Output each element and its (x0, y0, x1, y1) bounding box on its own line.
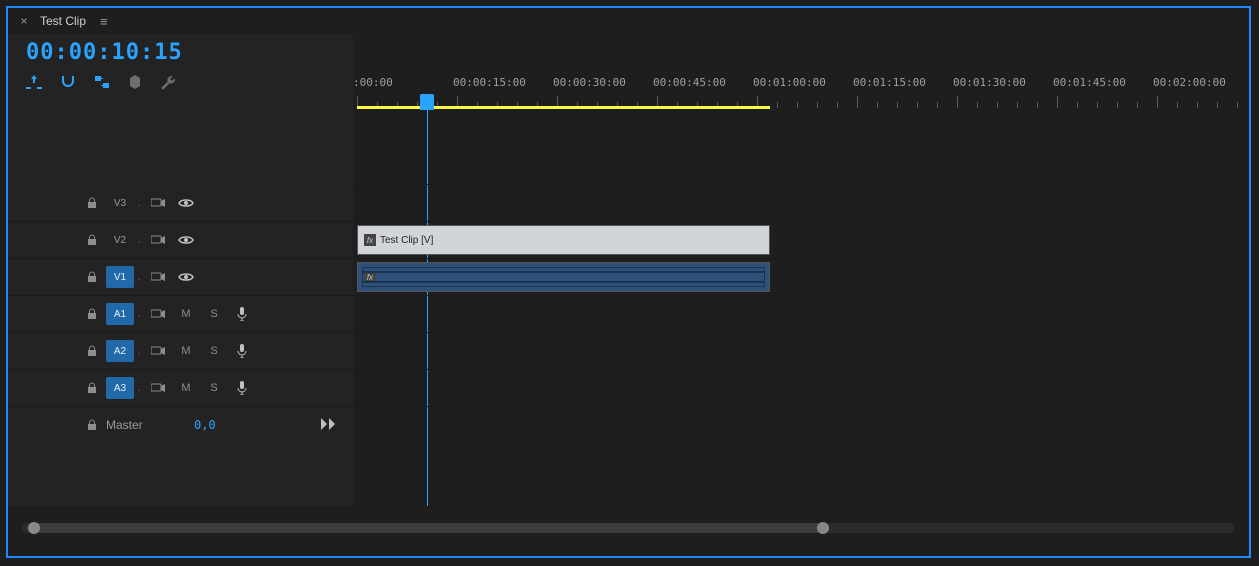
solo-button[interactable]: S (200, 345, 228, 357)
track-lane-master (353, 370, 1249, 407)
sequence-title[interactable]: Test Clip (40, 14, 86, 28)
toggle-track-output-icon[interactable] (172, 198, 200, 208)
panel-tabrow: × Test Clip ≡ (8, 8, 1249, 34)
linked-selection-icon[interactable] (94, 75, 110, 91)
clip-label: Test Clip [V] (380, 235, 433, 246)
insert-override-icon[interactable] (26, 75, 42, 91)
zoom-grip-right[interactable] (817, 522, 829, 534)
track-target-a3[interactable]: A3 (106, 377, 134, 399)
master-value[interactable]: 0,0 (194, 418, 216, 432)
sync-lock-icon[interactable] (144, 309, 172, 319)
close-panel-icon[interactable]: × (16, 14, 32, 28)
lock-icon[interactable] (78, 345, 106, 357)
solo-button[interactable]: S (200, 308, 228, 320)
settings-wrench-icon[interactable] (160, 75, 176, 91)
voiceover-mic-icon[interactable] (228, 381, 256, 395)
ruler-label: 00:00:15:00 (453, 76, 526, 89)
track-target-v3[interactable]: V3 (106, 192, 134, 214)
sync-lock-icon[interactable] (144, 383, 172, 393)
snap-icon[interactable] (60, 75, 76, 91)
mute-button[interactable]: M (172, 345, 200, 357)
toggle-track-output-icon[interactable] (172, 235, 200, 245)
track-target-a2[interactable]: A2 (106, 340, 134, 362)
lock-icon[interactable] (78, 197, 106, 209)
panel-menu-icon[interactable]: ≡ (100, 14, 108, 29)
ruler-label: :00:00 (353, 76, 393, 89)
fx-badge-icon[interactable]: fx (364, 234, 376, 246)
toggle-track-output-icon[interactable] (172, 272, 200, 282)
zoom-thumb[interactable] (34, 523, 822, 533)
track-target-v1[interactable]: V1 (106, 266, 134, 288)
track-lane-v1[interactable]: fx Test Clip [V] (353, 222, 1249, 259)
sync-lock-icon[interactable] (144, 198, 172, 208)
voiceover-mic-icon[interactable] (228, 344, 256, 358)
lock-icon[interactable] (78, 271, 106, 283)
sync-lock-icon[interactable] (144, 346, 172, 356)
track-header-a1: A1.MS (8, 296, 353, 333)
ruler-label: 00:01:30:00 (953, 76, 1026, 89)
video-clip[interactable]: fx Test Clip [V] (357, 225, 770, 255)
track-lane-a2[interactable] (353, 296, 1249, 333)
lock-icon[interactable] (78, 382, 106, 394)
lock-icon[interactable] (78, 419, 106, 431)
voiceover-mic-icon[interactable] (228, 307, 256, 321)
audio-clip[interactable]: fx (357, 262, 770, 292)
lock-icon[interactable] (78, 234, 106, 246)
ruler-label: 00:00:45:00 (653, 76, 726, 89)
track-header-v2: V2. (8, 222, 353, 259)
mute-button[interactable]: M (172, 308, 200, 320)
sync-lock-icon[interactable] (144, 235, 172, 245)
ruler-label: 00:01:15:00 (853, 76, 926, 89)
zoom-scrollbar[interactable] (14, 506, 1243, 550)
zoom-track[interactable] (22, 523, 1235, 533)
time-ruler[interactable]: :00:00 00:00:15:00 00:00:30:00 00:00:45:00 0… (353, 76, 1249, 112)
workarea-bar[interactable] (357, 106, 770, 109)
lock-icon[interactable] (78, 308, 106, 320)
ruler-label: 00:01:00:00 (753, 76, 826, 89)
track-lane-a3[interactable] (353, 333, 1249, 370)
track-header-a3: A3.MS (8, 370, 353, 407)
track-target-v2[interactable]: V2 (106, 229, 134, 251)
ruler-label: 00:02:00:00 (1153, 76, 1226, 89)
mute-button[interactable]: M (172, 382, 200, 394)
timeline-canvas[interactable]: :00:00 00:00:15:00 00:00:30:00 00:00:45:00 0… (353, 34, 1249, 506)
master-track-row: Master 0,0 (8, 407, 353, 443)
track-lane-v3[interactable] (353, 148, 1249, 185)
solo-button[interactable]: S (200, 382, 228, 394)
ruler-label: 00:00:30:00 (553, 76, 626, 89)
track-header-a2: A2.MS (8, 333, 353, 370)
track-target-a1[interactable]: A1 (106, 303, 134, 325)
sync-lock-icon[interactable] (144, 272, 172, 282)
track-lane-v2[interactable] (353, 185, 1249, 222)
markers-icon[interactable] (128, 75, 142, 91)
timeline-panel: × Test Clip ≡ 00:00:10:15 V3.V2.V1.A1.MS… (6, 6, 1251, 558)
track-header-column: 00:00:10:15 V3.V2.V1.A1.MSA2.MSA3.MS Mas… (8, 34, 353, 506)
track-header-v1: V1. (8, 259, 353, 296)
ruler-label: 00:01:45:00 (1053, 76, 1126, 89)
goto-end-icon[interactable] (321, 418, 335, 433)
playhead-timecode[interactable]: 00:00:10:15 (26, 40, 343, 65)
master-label: Master (106, 418, 164, 432)
track-lane-a1[interactable]: fx (353, 259, 1249, 296)
track-header-v3: V3. (8, 185, 353, 222)
